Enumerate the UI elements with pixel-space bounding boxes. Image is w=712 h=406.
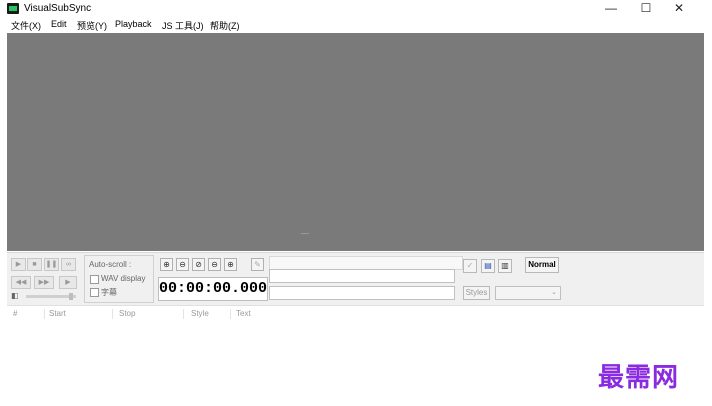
menu-bar: 文件(X) Edit 预览(Y) Playback JS 工具(J) 帮助(Z)	[0, 18, 712, 32]
play-button[interactable]: ▶	[11, 258, 26, 271]
title-bar: VisualSubSync — ☐ ✕	[0, 0, 712, 18]
app-icon	[7, 3, 19, 14]
column-divider	[112, 309, 113, 319]
close-button[interactable]: ✕	[664, 0, 694, 18]
wav-display-checkbox[interactable]	[90, 275, 99, 284]
edit-icon[interactable]: ▤	[481, 259, 495, 273]
zoom-in-icon[interactable]: ⊕	[160, 258, 173, 271]
column-divider	[230, 309, 231, 319]
zoom-vertical-icon[interactable]: ⊖	[208, 258, 221, 271]
zoom-out-icon[interactable]: ⊖	[176, 258, 189, 271]
autoscroll-group: Auto-scroll : WAV display 字幕	[84, 255, 154, 303]
column-number[interactable]: #	[13, 309, 17, 318]
control-panel: ▶ ■ ❚❚ ∞ ◀◀ ▶▶ ▶ ◧ Auto-scroll : WAV dis…	[7, 252, 704, 305]
column-start[interactable]: Start	[49, 309, 66, 318]
column-text[interactable]: Text	[236, 309, 251, 318]
video-area[interactable]	[7, 33, 704, 251]
window-title: VisualSubSync	[24, 3, 92, 14]
speaker-icon: ◧	[11, 291, 19, 300]
volume-slider-thumb[interactable]	[69, 293, 73, 300]
zoom-selection-icon[interactable]: ⊘	[192, 258, 205, 271]
pause-button[interactable]: ❚❚	[44, 258, 59, 271]
menu-js-tools[interactable]: JS 工具(J)	[162, 19, 204, 32]
stop-button[interactable]: ■	[27, 258, 42, 271]
column-divider	[183, 309, 184, 319]
loop-button[interactable]: ∞	[61, 258, 76, 271]
styles-button[interactable]: Styles	[463, 286, 490, 300]
zoom-all-icon[interactable]: ⊕	[224, 258, 237, 271]
rewind-button[interactable]: ◀◀	[11, 276, 31, 289]
subtitles-checkbox[interactable]	[90, 288, 99, 297]
normal-button[interactable]: Normal	[525, 257, 559, 273]
menu-playback[interactable]: Playback	[115, 19, 152, 29]
check-icon[interactable]: ✓	[463, 259, 477, 273]
stop-time-field[interactable]	[269, 286, 455, 300]
wav-display-label: WAV display	[101, 274, 146, 283]
menu-preview[interactable]: 预览(Y)	[77, 19, 107, 32]
menu-help[interactable]: 帮助(Z)	[210, 19, 240, 32]
next-button[interactable]: ▶	[59, 276, 77, 289]
column-divider	[44, 309, 45, 319]
subtitles-label: 字幕	[101, 288, 117, 297]
autoscroll-label: Auto-scroll :	[89, 260, 132, 269]
start-time-field[interactable]	[269, 269, 455, 283]
menu-file[interactable]: 文件(X)	[11, 19, 41, 32]
splitter-handle[interactable]	[301, 233, 309, 234]
forward-button[interactable]: ▶▶	[34, 276, 54, 289]
time-display: 00:00:00.000	[158, 277, 268, 301]
minimize-button[interactable]: —	[596, 0, 626, 18]
maximize-button[interactable]: ☐	[631, 0, 661, 18]
info-strip	[269, 256, 463, 270]
note-icon[interactable]: ▥	[498, 259, 512, 273]
column-stop[interactable]: Stop	[119, 309, 135, 318]
chevron-down-icon: ⌄	[551, 289, 557, 296]
app-window: VisualSubSync — ☐ ✕ 文件(X) Edit 预览(Y) Pla…	[0, 0, 712, 406]
column-style[interactable]: Style	[191, 309, 209, 318]
menu-edit[interactable]: Edit	[51, 19, 67, 29]
watermark-logo: 最需网	[598, 363, 680, 393]
edit-pencil-icon[interactable]: ✎	[251, 258, 264, 271]
style-select[interactable]: ⌄	[495, 286, 561, 300]
